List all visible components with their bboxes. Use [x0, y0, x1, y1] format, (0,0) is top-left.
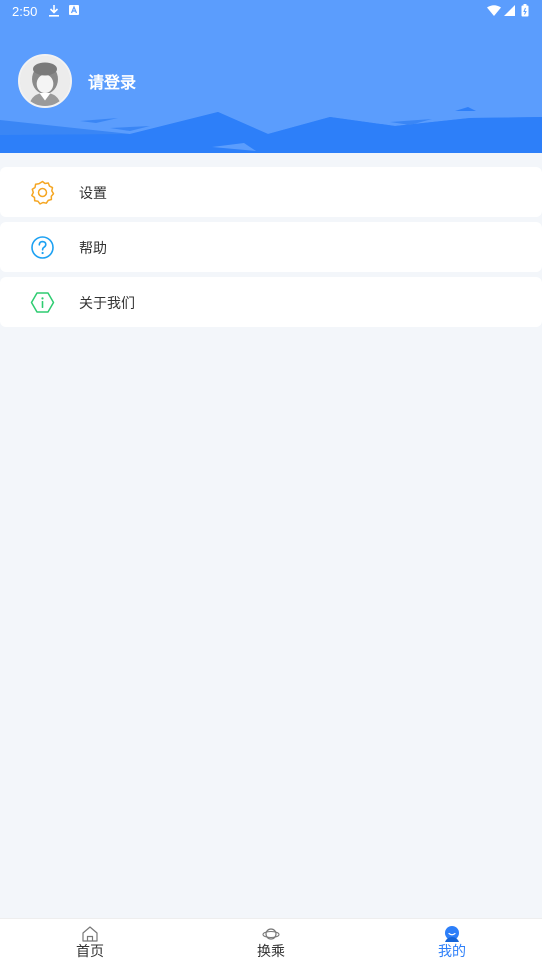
- nav-label: 首页: [76, 944, 104, 960]
- nav-label: 我的: [438, 944, 466, 960]
- signal-icon: [504, 5, 515, 16]
- download-icon: [49, 5, 59, 17]
- gear-icon: [30, 180, 55, 205]
- wifi-icon: [487, 5, 501, 16]
- status-time: 2:50: [12, 4, 38, 19]
- login-prompt[interactable]: 请登录: [88, 69, 136, 93]
- bottom-navigation: 首页 换乘 我的: [0, 918, 542, 963]
- nav-transfer[interactable]: 换乘: [211, 919, 331, 963]
- menu-item-help[interactable]: 帮助: [0, 222, 542, 272]
- default-avatar-icon: [20, 56, 70, 106]
- profile-header: 2:50 请登录: [0, 0, 542, 153]
- profile-section[interactable]: 请登录: [18, 54, 136, 108]
- profile-icon: [443, 925, 461, 943]
- nav-profile[interactable]: 我的: [392, 919, 512, 963]
- menu-item-about[interactable]: 关于我们: [0, 277, 542, 327]
- help-circle-icon: [30, 235, 55, 260]
- menu-item-label: 关于我们: [79, 296, 135, 312]
- status-bar: 2:50: [0, 0, 542, 24]
- avatar[interactable]: [18, 54, 72, 108]
- app-notification-icon: [69, 5, 79, 15]
- battery-icon: [521, 4, 529, 17]
- menu-item-label: 帮助: [79, 241, 107, 257]
- home-icon: [81, 925, 99, 943]
- nav-home[interactable]: 首页: [30, 919, 150, 963]
- info-hexagon-icon: [30, 290, 55, 315]
- nav-label: 换乘: [257, 944, 285, 960]
- transfer-icon: [262, 925, 280, 943]
- menu-item-settings[interactable]: 设置: [0, 167, 542, 217]
- menu-item-label: 设置: [79, 186, 107, 202]
